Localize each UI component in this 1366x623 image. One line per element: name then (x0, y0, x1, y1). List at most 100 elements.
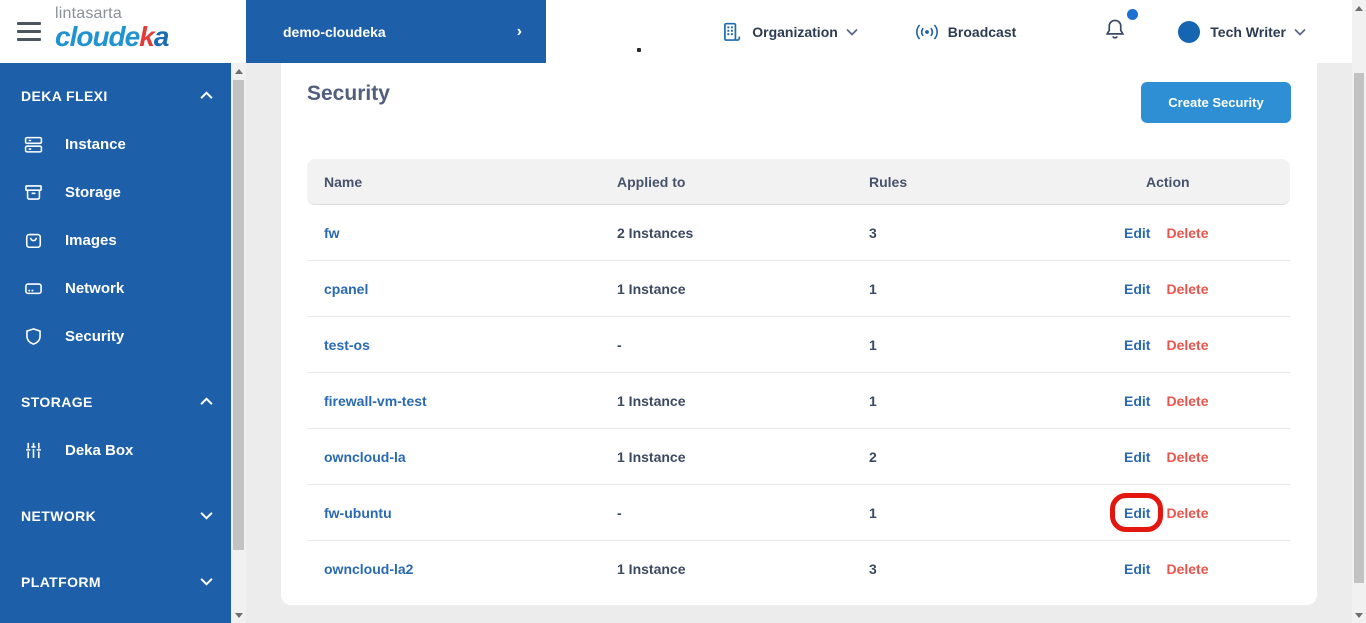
hamburger-menu-icon[interactable] (17, 22, 41, 41)
applied-to-cell: 1 Instance (617, 561, 686, 577)
sidebar-item-label: Images (65, 231, 117, 249)
edit-link-highlighted[interactable]: Edit (1109, 492, 1165, 532)
applied-to-cell: - (617, 336, 622, 353)
bell-icon (1105, 19, 1125, 39)
sidebar-section-header-platform[interactable]: PLATFORM (0, 558, 231, 606)
user-menu[interactable]: Tech Writer (1178, 20, 1306, 43)
actions-cell: Edit Delete (1124, 561, 1290, 577)
sidebar-item-label: Storage (65, 183, 121, 201)
top-bar: lintasarta cloudeka demo-cloudeka › Orga… (0, 0, 1366, 63)
table-body: fw 2 Instances 3 Edit Delete cpanel 1 Instance… (307, 205, 1290, 597)
column-header-action: Action (1146, 173, 1190, 190)
drive-icon (24, 279, 43, 298)
edit-link[interactable]: Edit (1124, 225, 1150, 241)
chevron-up-icon (200, 393, 213, 411)
logo-lintasarta-text: lintasarta (55, 5, 122, 22)
security-name-link[interactable]: fw-ubuntu (307, 505, 617, 521)
organization-menu[interactable]: Organization (721, 21, 858, 43)
stray-dot (637, 48, 641, 52)
scroll-up-arrow[interactable] (1352, 0, 1366, 16)
delete-link[interactable]: Delete (1166, 561, 1208, 577)
applied-to-cell: 1 Instance (617, 280, 686, 297)
create-security-button[interactable]: Create Security (1141, 82, 1291, 123)
content-area: Security Create Security Name Applied to… (246, 63, 1352, 623)
user-name: Tech Writer (1210, 23, 1286, 40)
column-header-applied-to: Applied to (617, 173, 686, 190)
rules-cell: 1 (869, 336, 877, 353)
applied-to-cell: 2 Instances (617, 224, 694, 241)
security-name-link[interactable]: owncloud-la (307, 449, 617, 465)
actions-cell: Edit Delete (1124, 393, 1290, 409)
rules-cell: 1 (869, 392, 877, 409)
security-name-link[interactable]: firewall-vm-test (307, 393, 617, 409)
top-right-nav: Organization Broadcast Tech Writer (721, 0, 1306, 63)
archive-icon (24, 183, 43, 202)
avatar (1178, 20, 1201, 43)
scroll-up-arrow[interactable] (231, 63, 246, 79)
project-selector[interactable]: demo-cloudeka › (246, 0, 546, 63)
security-name-link[interactable]: test-os (307, 337, 617, 353)
security-name-link[interactable]: owncloud-la2 (307, 561, 617, 577)
delete-link[interactable]: Delete (1166, 449, 1208, 465)
delete-link[interactable]: Delete (1166, 225, 1208, 241)
table-row-owncloud-la2: owncloud-la2 1 Instance 3 Edit Delete (307, 541, 1290, 597)
sidebar-item-label: Network (65, 279, 125, 297)
sidebar-item-storage[interactable]: Storage (0, 168, 231, 216)
sidebar-item-images[interactable]: Images (0, 216, 231, 264)
table-row-fw-ubuntu: fw-ubuntu - 1 Edit Delete (307, 485, 1290, 541)
chevron-down-icon (200, 573, 213, 591)
edit-link[interactable]: Edit (1124, 561, 1150, 577)
table-header-row: Name Applied to Rules Action (307, 159, 1290, 205)
delete-link[interactable]: Delete (1166, 505, 1208, 521)
notifications-button[interactable] (1104, 8, 1139, 47)
security-name-link[interactable]: fw (307, 225, 617, 241)
sidebar-item-deka-box[interactable]: Deka Box (0, 426, 231, 474)
security-card: Security Create Security Name Applied to… (281, 63, 1317, 605)
edit-link[interactable]: Edit (1124, 449, 1150, 465)
scroll-down-arrow[interactable] (1352, 607, 1366, 623)
rules-cell: 3 (869, 561, 877, 577)
sidebar-scrollbar-thumb[interactable] (233, 80, 244, 550)
actions-cell: Edit Delete (1124, 449, 1290, 465)
sidebar-scrollbar[interactable] (231, 63, 246, 623)
edit-link[interactable]: Edit (1124, 281, 1150, 297)
delete-link[interactable]: Delete (1166, 337, 1208, 353)
sidebar-section-deka-flexi: DEKA FLEXI Instance Storage Images Network Se… (0, 72, 231, 360)
sliders-icon (24, 441, 43, 460)
sidebar-nav: DEKA FLEXI Instance Storage Images Network Se… (0, 63, 231, 623)
sidebar-item-network[interactable]: Network (0, 264, 231, 312)
table-row-owncloud-la: owncloud-la 1 Instance 2 Edit Delete (307, 429, 1290, 485)
scroll-down-arrow[interactable] (231, 607, 246, 623)
card-header: Security Create Security (307, 63, 1291, 159)
page-title: Security (307, 82, 390, 105)
actions-cell: Edit Delete (1109, 492, 1290, 532)
rules-cell: 1 (869, 504, 877, 521)
page-scrollbar[interactable] (1352, 0, 1366, 623)
shield-icon (24, 327, 43, 346)
applied-to-cell: 1 Instance (617, 392, 686, 409)
delete-link[interactable]: Delete (1166, 281, 1208, 297)
cloudeka-logo: lintasarta cloudeka (55, 5, 169, 51)
chevron-right-icon: › (516, 22, 522, 40)
table-row-cpanel: cpanel 1 Instance 1 Edit Delete (307, 261, 1290, 317)
chevron-down-icon (200, 507, 213, 525)
sidebar-item-security[interactable]: Security (0, 312, 231, 360)
section-label: PLATFORM (21, 574, 101, 590)
sidebar-item-instance[interactable]: Instance (0, 120, 231, 168)
edit-link[interactable]: Edit (1124, 337, 1150, 353)
section-label: STORAGE (21, 394, 93, 410)
column-header-rules: Rules (869, 173, 908, 190)
page-scrollbar-thumb[interactable] (1354, 73, 1364, 583)
delete-link[interactable]: Delete (1166, 393, 1208, 409)
sidebar-section-header-storage[interactable]: STORAGE (0, 378, 231, 426)
sidebar-section-storage: STORAGE Deka Box (0, 378, 231, 474)
sidebar-section-header-network[interactable]: NETWORK (0, 492, 231, 540)
applied-to-cell: 1 Instance (617, 448, 686, 465)
security-name-link[interactable]: cpanel (307, 281, 617, 297)
applied-to-cell: - (617, 504, 622, 521)
rules-cell: 2 (869, 448, 877, 465)
sidebar-section-header-deka-flexi[interactable]: DEKA FLEXI (0, 72, 231, 120)
edit-link[interactable]: Edit (1124, 393, 1150, 409)
broadcast-menu[interactable]: Broadcast (914, 22, 1016, 42)
section-label: DEKA FLEXI (21, 88, 108, 104)
